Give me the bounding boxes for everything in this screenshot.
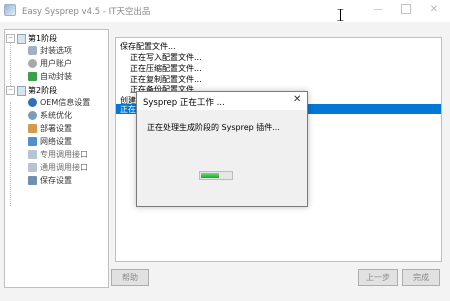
log-line: 保存配置文件... [120, 42, 176, 51]
main-window: Easy Sysprep v4.5 - IT天空出品 — ✕ − 第1阶段 封装选… [0, 0, 450, 301]
dialog-title-bar: Sysprep 正在工作 ... ✕ [137, 92, 307, 110]
finish-button[interactable]: 完成 [402, 269, 440, 286]
tree-item-label: 封装选项 [40, 46, 72, 55]
previous-button[interactable]: 上一步 [358, 269, 398, 286]
tree-item-label: 网络设置 [40, 137, 72, 146]
tree-group-label: 第2阶段 [28, 86, 58, 95]
log-line: 正在写入配置文件... [130, 53, 202, 62]
play-icon [28, 72, 37, 81]
deploy-icon [28, 124, 37, 133]
folder-icon [17, 85, 26, 96]
gear-icon [28, 111, 37, 120]
tree-item-dedicated-interface[interactable]: 专用调用接口 [28, 149, 88, 160]
folder-icon [17, 33, 26, 44]
minimize-button[interactable]: — [364, 1, 392, 19]
tree-item-generic-interface[interactable]: 通用调用接口 [28, 162, 88, 173]
tree-item-label: 通用调用接口 [40, 163, 88, 172]
tree-item-package-options[interactable]: 封装选项 [28, 45, 72, 56]
progress-bar [199, 171, 233, 180]
info-icon [28, 98, 37, 107]
tree-group-stage2[interactable]: − 第2阶段 [6, 85, 57, 96]
dialog-close-icon[interactable]: ✕ [293, 94, 301, 105]
tree-item-label: 自动封装 [40, 72, 72, 81]
progress-fill [201, 173, 219, 178]
tree-item-label: 部署设置 [40, 124, 72, 133]
network-icon [28, 137, 37, 146]
user-icon [28, 59, 37, 68]
tree-item-system-optimize[interactable]: 系统优化 [28, 110, 72, 121]
tree-item-user-accounts[interactable]: 用户账户 [28, 58, 72, 69]
tree-item-label: 保存设置 [40, 176, 72, 185]
interface-icon [28, 163, 37, 172]
stage-tree[interactable]: − 第1阶段 封装选项 用户账户 自动封装 − 第2阶段 OEM信息设置 系统优化 … [4, 29, 109, 288]
log-selected-text: 正在 [120, 105, 136, 114]
tree-item-auto-package[interactable]: 自动封装 [28, 71, 72, 82]
collapse-toggle-icon[interactable]: − [6, 86, 15, 95]
maximize-button[interactable] [392, 1, 420, 19]
close-button[interactable]: ✕ [420, 1, 448, 19]
dialog-message: 正在处理生成阶段的 Sysprep 插件... [147, 123, 280, 132]
tree-item-network-settings[interactable]: 网络设置 [28, 136, 72, 147]
maximize-icon [401, 4, 411, 14]
title-bar: Easy Sysprep v4.5 - IT天空出品 — ✕ [0, 0, 450, 22]
tree-item-save-settings[interactable]: 保存设置 [28, 175, 72, 186]
tree-item-deploy-settings[interactable]: 部署设置 [28, 123, 72, 134]
dialog-title: Sysprep 正在工作 ... [143, 98, 225, 108]
sysprep-progress-dialog: Sysprep 正在工作 ... ✕ 正在处理生成阶段的 Sysprep 插件.… [136, 91, 308, 207]
tree-group-stage1[interactable]: − 第1阶段 [6, 33, 57, 44]
tree-item-label: 专用调用接口 [40, 150, 88, 159]
log-line: 正在压缩配置文件... [130, 64, 202, 73]
tree-group-label: 第1阶段 [28, 34, 58, 43]
help-button[interactable]: 帮助 [111, 269, 149, 286]
tree-item-label: 用户账户 [40, 59, 72, 68]
wrench-icon [28, 46, 37, 55]
window-title: Easy Sysprep v4.5 - IT天空出品 [22, 7, 151, 17]
app-icon [4, 4, 16, 16]
tree-item-label: OEM信息设置 [40, 98, 91, 107]
mouse-cursor-icon [337, 9, 344, 21]
interface-icon [28, 150, 37, 159]
tree-item-oem-info[interactable]: OEM信息设置 [28, 97, 90, 108]
collapse-toggle-icon[interactable]: − [6, 34, 15, 43]
tree-item-label: 系统优化 [40, 111, 72, 120]
save-icon [28, 176, 37, 185]
